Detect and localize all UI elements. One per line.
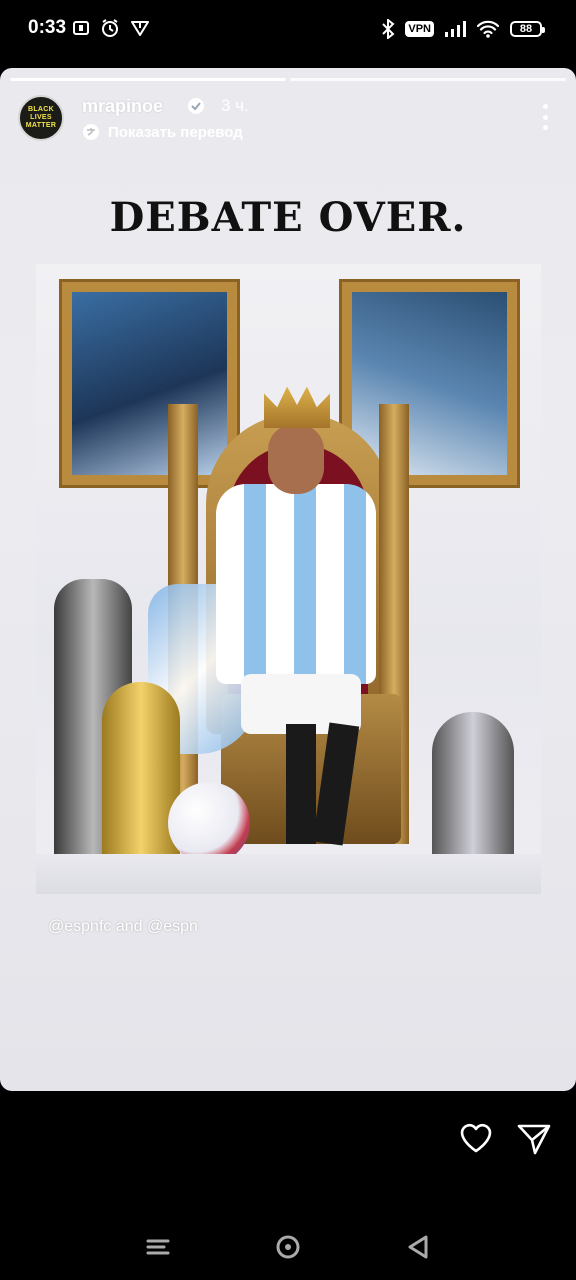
story-image	[36, 264, 541, 894]
show-translation-button[interactable]: Показать перевод	[82, 123, 243, 141]
progress-segment	[290, 78, 566, 81]
world-cup-trophy-graphic	[102, 682, 180, 882]
avatar-text-line: BLACK	[28, 106, 54, 113]
wifi-icon	[476, 20, 500, 38]
framed-photo-left	[62, 282, 237, 485]
heart-outline-icon[interactable]	[458, 1120, 494, 1156]
player-jersey	[216, 484, 376, 684]
heart-notification-icon	[131, 21, 149, 36]
bluetooth-icon	[382, 19, 395, 39]
football-graphic	[168, 782, 250, 864]
battery-icon: 88	[510, 21, 545, 37]
status-bar: 0:33 VPN 88	[0, 0, 576, 60]
player-leg	[286, 724, 316, 844]
author-username[interactable]: mrapinoe	[82, 96, 163, 117]
status-right-icons: VPN 88	[381, 16, 545, 42]
floor	[36, 854, 541, 894]
more-dot	[542, 104, 548, 109]
image-credit: @espnfc and @espn	[48, 918, 198, 935]
player-head	[268, 424, 324, 494]
avatar[interactable]: BLACK LIVES MATTER	[18, 95, 64, 141]
data-saver-icon	[73, 21, 89, 35]
avatar-text-line: LIVES	[30, 114, 52, 121]
more-dot	[542, 125, 548, 130]
paper-plane-icon[interactable]	[516, 1121, 552, 1157]
menu-icon[interactable]	[143, 1232, 173, 1262]
battery-level: 88	[519, 23, 533, 35]
avatar-text-line: MATTER	[25, 122, 57, 129]
story-headline: DEBATE OVER.	[109, 194, 467, 241]
status-time: 0:33	[28, 17, 67, 38]
home-icon[interactable]	[273, 1232, 303, 1262]
back-icon[interactable]	[404, 1232, 434, 1262]
translate-icon	[83, 124, 99, 140]
status-left-icons	[72, 14, 150, 42]
finalissima-trophy-graphic	[432, 712, 514, 872]
signal-icon	[445, 21, 466, 37]
progress-segment	[10, 78, 286, 81]
alarm-icon	[102, 19, 118, 37]
show-translation-label: Показать перевод	[108, 123, 243, 141]
story-viewer[interactable]: BLACK LIVES MATTER mrapinoe 3 ч. Показат…	[0, 68, 576, 1091]
verified-badge-icon	[188, 98, 204, 114]
system-navigation-bar	[0, 1212, 576, 1280]
post-time: 3 ч.	[221, 96, 249, 115]
more-dot	[542, 114, 548, 120]
crown-graphic	[264, 386, 330, 428]
more-options-button[interactable]	[540, 104, 550, 130]
story-progress	[10, 78, 566, 81]
vpn-icon: VPN	[405, 21, 434, 37]
